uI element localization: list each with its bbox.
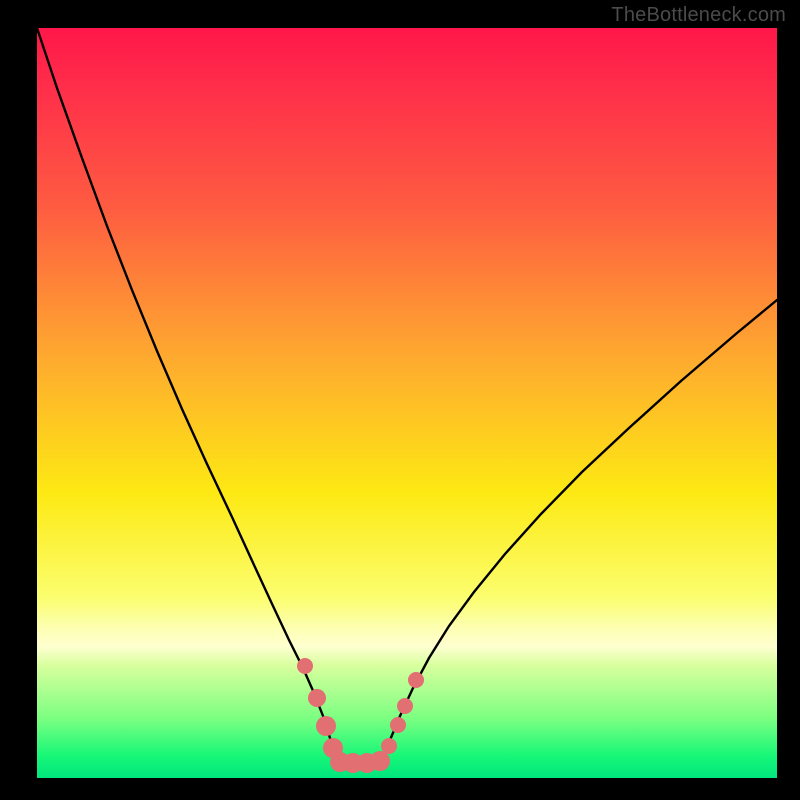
data-marker xyxy=(381,738,397,754)
outer-frame: TheBottleneck.com xyxy=(0,0,800,800)
data-marker xyxy=(408,672,424,688)
data-marker xyxy=(370,751,390,771)
data-markers xyxy=(297,658,424,773)
data-marker xyxy=(390,717,406,733)
bottleneck-curve-left xyxy=(37,28,337,763)
data-marker xyxy=(297,658,313,674)
watermark-text: TheBottleneck.com xyxy=(611,4,786,27)
data-marker xyxy=(308,689,326,707)
data-marker xyxy=(397,698,413,714)
bottleneck-curve-right xyxy=(382,300,777,763)
data-marker xyxy=(316,716,336,736)
curve-layer xyxy=(37,28,777,778)
